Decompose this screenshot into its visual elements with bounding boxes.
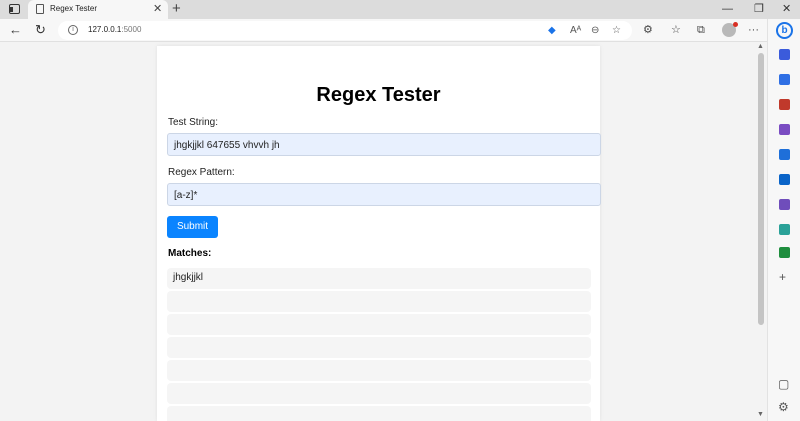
matches-list: jhgkjjkl [167, 268, 591, 421]
page-title: Regex Tester [316, 84, 441, 106]
tab-title: Regex Tester [50, 4, 97, 13]
regex-tester-card: Regex Tester Test String: jhgkjjkl 64765… [157, 46, 601, 421]
page-icon [36, 4, 44, 14]
drop-icon[interactable] [779, 199, 790, 210]
pattern-label: Regex Pattern: [168, 167, 235, 178]
collections-icon[interactable]: ⧉ [697, 23, 705, 37]
add-icon[interactable]: + [779, 270, 786, 284]
list-item: jhgkjjkl [167, 268, 591, 289]
search-icon[interactable] [779, 49, 790, 60]
submit-button[interactable]: Submit [167, 216, 218, 238]
url-text[interactable]: 127.0.0.1:5000 [88, 25, 141, 34]
games-icon[interactable] [779, 124, 790, 135]
designer-icon[interactable] [779, 224, 790, 235]
test-string-label: Test String: [168, 117, 219, 128]
browser-toolbar: ← ↻ i 127.0.0.1:5000 ◆ Aᴬ ⊖ ☆ ⚙ ☆ ⧉ ··· [0, 19, 800, 42]
tag-icon[interactable]: ◆ [548, 24, 556, 37]
list-item [167, 291, 591, 312]
list-item [167, 383, 591, 404]
settings-icon[interactable]: ⚙ [778, 400, 789, 414]
close-window-button[interactable]: ✕ [782, 2, 791, 16]
read-aloud-icon[interactable]: Aᴬ [570, 24, 581, 37]
profile-icon[interactable] [722, 22, 738, 37]
list-item [167, 314, 591, 335]
address-bar[interactable]: i 127.0.0.1:5000 ◆ Aᴬ ⊖ ☆ [58, 21, 632, 40]
tab-strip: Regex Tester ✕ + — ❐ ✕ [0, 0, 800, 19]
more-icon[interactable]: ··· [748, 23, 759, 37]
close-icon[interactable]: ✕ [153, 2, 162, 16]
info-icon[interactable]: i [68, 25, 78, 35]
scroll-up-icon[interactable]: ▲ [757, 43, 764, 50]
back-button[interactable]: ← [9, 22, 22, 38]
side-panel: b + ▢ ⚙ [767, 19, 800, 421]
tools-icon[interactable] [779, 99, 790, 110]
maximize-button[interactable]: ❐ [754, 2, 764, 16]
matches-heading: Matches: [168, 248, 212, 259]
outlook-icon[interactable] [779, 174, 790, 185]
window-menu-icon[interactable] [9, 4, 20, 14]
favorite-add-icon[interactable]: ☆ [612, 24, 621, 37]
sidebar-toggle-icon[interactable]: ▢ [778, 377, 789, 391]
tree-icon[interactable] [779, 247, 790, 258]
test-string-input[interactable]: jhgkjjkl 647655 vhvvh jh [167, 133, 601, 156]
list-item [167, 360, 591, 381]
list-item [167, 337, 591, 358]
extensions-icon[interactable]: ⚙ [643, 23, 653, 37]
minimize-button[interactable]: — [722, 2, 733, 16]
regex-pattern-input[interactable]: [a-z]* [167, 183, 601, 206]
scroll-down-icon[interactable]: ▼ [757, 411, 764, 418]
refresh-button[interactable]: ↻ [35, 22, 46, 38]
office-icon[interactable] [779, 149, 790, 160]
shopping-icon[interactable] [779, 74, 790, 85]
new-tab-button[interactable]: + [172, 0, 181, 18]
favorites-icon[interactable]: ☆ [671, 23, 681, 37]
zoom-icon[interactable]: ⊖ [591, 24, 599, 37]
scroll-thumb[interactable] [758, 53, 764, 325]
bing-chat-icon[interactable]: b [776, 22, 793, 39]
tab-regex-tester[interactable]: Regex Tester ✕ [28, 0, 168, 19]
list-item [167, 406, 591, 421]
page-scrollbar[interactable]: ▲ ▼ [755, 43, 767, 421]
